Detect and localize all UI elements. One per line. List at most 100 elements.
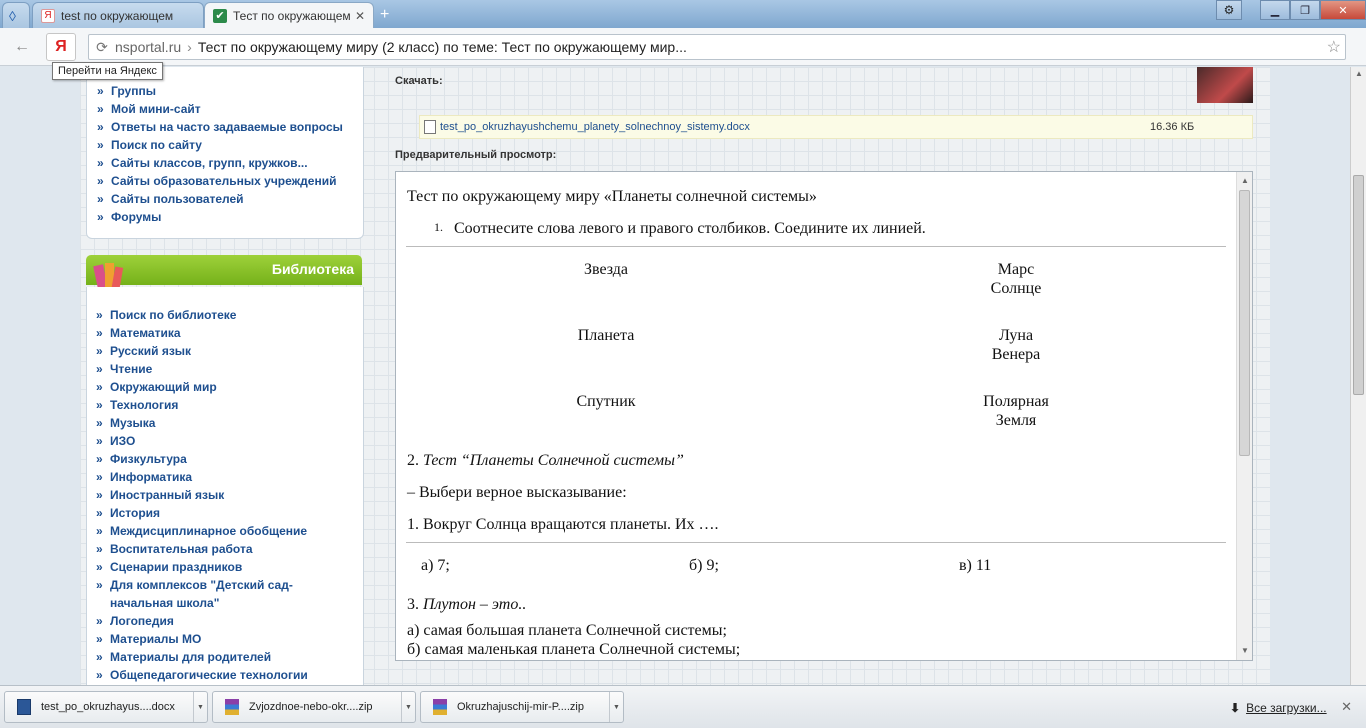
reload-icon[interactable]: ⟳	[89, 39, 115, 56]
author-avatar[interactable]	[1197, 67, 1253, 103]
download-menu-icon[interactable]: ▼	[401, 692, 415, 722]
main-content: Скачать: test_po_okruzhayushchemu_planet…	[395, 67, 1255, 685]
page-scroll-thumb[interactable]	[1353, 175, 1364, 395]
maximize-button[interactable]: ❐	[1290, 0, 1320, 20]
q3-option: а) самая большая планета Солнечной систе…	[407, 622, 727, 639]
divider	[406, 542, 1226, 543]
sidebar-link[interactable]: Материалы для родителей	[96, 648, 364, 666]
file-download-row: test_po_okruzhayushchemu_planety_solnech…	[419, 115, 1253, 139]
sidebar-link[interactable]: Ответы на часто задаваемые вопросы	[97, 118, 363, 136]
download-filename: test_po_okruzhayus....docx	[41, 701, 175, 713]
sidebar-link[interactable]: начальная школа"	[96, 594, 364, 612]
sidebar-link[interactable]: Поиск по библиотеке	[96, 306, 364, 324]
sidebar-link[interactable]: Для комплексов "Детский сад-	[96, 576, 364, 594]
bookmark-star-icon[interactable]: ☆	[1327, 37, 1341, 57]
url-host: nsportal.ru	[115, 39, 182, 55]
address-bar[interactable]: ⟳ nsportal.ru › Тест по окружающему миру…	[88, 34, 1346, 60]
sidebar-link[interactable]: Сайты пользователей	[97, 190, 363, 208]
url-page-title: Тест по окружающему миру (2 класс) по те…	[197, 39, 687, 55]
page-scroll-up-icon[interactable]: ▲	[1351, 69, 1366, 78]
right-word: Марс	[997, 261, 1035, 278]
download-menu-icon[interactable]: ▼	[609, 692, 623, 722]
sidebar-link[interactable]: Группы	[97, 82, 363, 100]
sidebar-link[interactable]: Общепедагогические технологии	[96, 666, 364, 684]
close-download-bar-icon[interactable]: ✕	[1341, 699, 1352, 715]
sidebar-link[interactable]: Поиск по сайту	[97, 136, 363, 154]
yandex-glyph: Я	[55, 38, 67, 55]
tab-title: Тест по окружающем	[233, 8, 351, 23]
sidebar-link[interactable]: История	[96, 504, 364, 522]
doc-title: Тест по окружающему миру «Планеты солнеч…	[407, 188, 817, 205]
tab-close-icon[interactable]: ✕	[355, 9, 365, 23]
sidebar-link[interactable]: Технология	[96, 396, 364, 414]
back-arrow-icon[interactable]: ←	[10, 36, 34, 58]
section2-prefix: 2.	[407, 452, 423, 469]
option: а) 7;	[421, 557, 450, 574]
sidebar-link[interactable]: Логопедия	[96, 612, 364, 630]
q3-prefix: 3.	[407, 596, 423, 613]
q3-text: Плутон – это..	[423, 596, 527, 613]
section2-title: Тест “Планеты Солнечной системы”	[423, 452, 684, 469]
right-word: Полярная	[983, 393, 1049, 410]
q1-text: Соотнесите слова левого и правого столби…	[454, 220, 926, 237]
sidebar-link[interactable]: Сайты образовательных учреждений	[97, 172, 363, 190]
sidebar-link[interactable]: Русский язык	[96, 342, 364, 360]
scroll-up-icon[interactable]: ▲	[1237, 174, 1252, 188]
library-box: Библиотека G A Поиск по библиотекеМатема…	[86, 255, 364, 685]
sidebar-link[interactable]: Математика	[96, 324, 364, 342]
right-word: Земля	[995, 412, 1037, 429]
sidebar-link[interactable]: Мой мини-сайт	[97, 100, 363, 118]
library-links: Поиск по библиотекеМатематикаРусский язы…	[86, 306, 364, 684]
q3-option: б) самая маленькая планета Солнечной сис…	[407, 641, 741, 658]
document-icon	[424, 120, 436, 134]
tab-test-docx[interactable]: Я test по окружающем	[32, 2, 204, 28]
download-filename: Okruzhajuschij-mir-P....zip	[457, 701, 584, 713]
yandex-button[interactable]: Я	[46, 33, 76, 61]
preview-label: Предварительный просмотр:	[395, 149, 557, 161]
sidebar-link[interactable]: Чтение	[96, 360, 364, 378]
sidebar-link[interactable]: Воспитательная работа	[96, 540, 364, 558]
sidebar-nav-box: ГруппыМой мини-сайтОтветы на часто задав…	[86, 67, 364, 239]
preview-scroll-thumb[interactable]	[1239, 190, 1250, 456]
window-close-button[interactable]: ✕	[1320, 0, 1366, 20]
preview-scrollbar[interactable]: ▲ ▼	[1236, 172, 1252, 660]
download-item[interactable]: test_po_okruzhayus....docx ▼	[4, 691, 208, 723]
option: в) 11	[959, 557, 992, 574]
sidebar-link[interactable]: Физкультура	[96, 450, 364, 468]
sidebar-link[interactable]: ИЗО	[96, 432, 364, 450]
download-item[interactable]: Zvjozdnoe-nebo-okr....zip ▼	[212, 691, 416, 723]
sidebar-link[interactable]: Сайты классов, групп, кружков...	[97, 154, 363, 172]
settings-gear-icon[interactable]: ⚙	[1216, 0, 1242, 20]
new-tab-icon[interactable]: +	[380, 6, 389, 24]
q3-heading: 3. Плутон – это..	[407, 596, 526, 614]
all-downloads-link[interactable]: ⬇ Все загрузки...	[1230, 701, 1327, 715]
title-bar: ◊ Я test по окружающем ✔ Тест по окружаю…	[0, 0, 1366, 28]
sidebar-link[interactable]: Материалы МО	[96, 630, 364, 648]
page-scrollbar[interactable]: ▲	[1350, 67, 1366, 685]
url-separator: ›	[187, 39, 192, 55]
sidebar-link[interactable]: Информатика	[96, 468, 364, 486]
download-bar: test_po_okruzhayus....docx ▼ Zvjozdnoe-n…	[0, 685, 1366, 728]
download-filename: Zvjozdnoe-nebo-okr....zip	[249, 701, 373, 713]
sidebar-top-links: ГруппыМой мини-сайтОтветы на часто задав…	[87, 82, 363, 226]
sidebar-link[interactable]: Окружающий мир	[96, 378, 364, 396]
yandex-favicon-icon: Я	[41, 8, 55, 23]
sidebar-link[interactable]: Музыка	[96, 414, 364, 432]
scroll-down-icon[interactable]: ▼	[1237, 644, 1252, 658]
tab-pinned[interactable]: ◊	[2, 2, 30, 28]
sidebar-link[interactable]: Форумы	[97, 208, 363, 226]
file-link[interactable]: test_po_okruzhayushchemu_planety_solnech…	[440, 121, 750, 133]
sidebar-link[interactable]: Междисциплинарное обобщение	[96, 522, 364, 540]
instruction: – Выбери верное высказывание:	[407, 484, 627, 501]
minimize-button[interactable]: ▁	[1260, 0, 1290, 20]
yandex-tooltip: Перейти на Яндекс	[52, 62, 163, 80]
section2-heading: 2. Тест “Планеты Солнечной системы”	[407, 452, 684, 470]
option: б) 9;	[689, 557, 719, 574]
tab-active[interactable]: ✔ Тест по окружающем ✕	[204, 2, 374, 28]
sidebar-link[interactable]: Сценарии праздников	[96, 558, 364, 576]
right-word: Венера	[991, 346, 1041, 363]
sidebar-link[interactable]: Иностранный язык	[96, 486, 364, 504]
download-item[interactable]: Okruzhajuschij-mir-P....zip ▼	[420, 691, 624, 723]
library-title: Библиотека	[271, 261, 354, 277]
download-menu-icon[interactable]: ▼	[193, 692, 207, 722]
